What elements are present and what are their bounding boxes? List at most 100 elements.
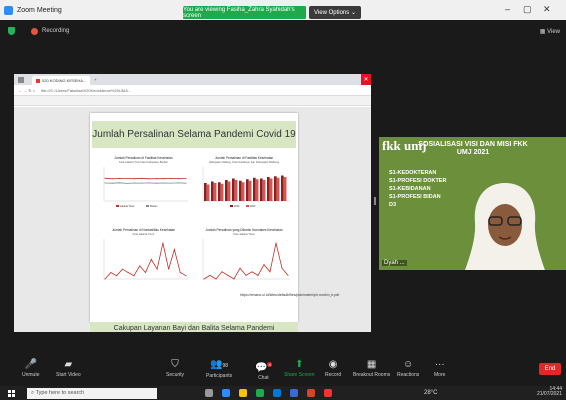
share-screen-icon: ⬆ — [295, 359, 304, 370]
pdf-reader-icon[interactable] — [324, 389, 332, 397]
data-point — [116, 275, 118, 277]
taskbar-search[interactable]: ⌕ Type here to search — [27, 387, 157, 399]
legend-swatch — [116, 205, 119, 207]
maximize-icon[interactable]: ▢ — [523, 4, 532, 15]
participants-icon: 👥98 — [210, 359, 229, 370]
view-button[interactable]: ▦ View — [540, 28, 560, 35]
data-point — [185, 182, 187, 184]
share-screen-label: Share Screen — [284, 372, 315, 378]
bar — [276, 177, 280, 201]
clock-date: 21/07/2021 — [536, 391, 562, 397]
splitter-handle[interactable] — [374, 197, 376, 205]
meeting-toolbar: 🎤 Unmute ▰ Start Video ⛉ Security 👥98 Partic… — [0, 354, 566, 386]
data-point — [203, 278, 205, 280]
more-button[interactable]: ··· More — [434, 358, 445, 378]
bar — [253, 177, 256, 201]
data-point — [156, 182, 158, 184]
bar — [246, 179, 249, 201]
bar — [232, 178, 235, 201]
data-point — [119, 177, 121, 179]
chat-badge: 4 — [267, 362, 272, 367]
data-point — [287, 274, 289, 276]
pdf-viewer[interactable]: Jumlah Persalinan Selama Pandemi Covid 1… — [14, 107, 371, 332]
slide-source: https://emanu.ui.id/sites/default/files/… — [240, 293, 340, 297]
data-point — [139, 265, 141, 267]
chart-title: Jumlah Persalinan di Fasilitas Kesehatan — [114, 156, 173, 160]
legend-label: 2019 — [234, 205, 240, 208]
search-placeholder: Type here to search — [35, 390, 85, 396]
browser-menu-icon[interactable] — [18, 76, 24, 83]
data-point — [111, 182, 113, 184]
breakout-label: Breakout Rooms — [353, 372, 391, 378]
slide-title: Jumlah Persalinan Selama Pandemi Covid 1… — [92, 121, 296, 148]
weather-temp[interactable]: 28°C — [424, 390, 437, 396]
data-point — [126, 178, 128, 180]
recording-label: Recording — [42, 28, 70, 34]
data-point — [133, 275, 135, 277]
view-options-button[interactable]: View Options ⌄ — [309, 6, 361, 19]
nav-icons[interactable]: ← → ↻ ⌂ — [18, 88, 35, 93]
data-point — [233, 278, 235, 280]
bar — [274, 176, 277, 201]
data-point — [168, 268, 170, 270]
data-point — [104, 177, 106, 179]
record-icon: ◉ — [328, 359, 338, 370]
slide-page: Jumlah Persalinan Selama Pandemi Covid 1… — [90, 113, 340, 322]
powerpoint-icon[interactable] — [307, 389, 315, 397]
data-point — [179, 271, 181, 273]
chart-title: Jumlah Persalinan di Fasilitas Kesehatan — [215, 156, 274, 160]
browser-tab[interactable]: 020 KODING KESEHA... — [32, 76, 91, 85]
reactions-label: Reactions — [397, 372, 420, 378]
minimize-icon[interactable]: – — [505, 4, 510, 14]
task-view-icon[interactable] — [205, 389, 213, 397]
data-point — [281, 267, 283, 269]
new-tab-icon[interactable]: + — [94, 77, 96, 82]
close-icon[interactable]: ✕ — [543, 4, 551, 15]
word-icon[interactable] — [290, 389, 298, 397]
chrome-icon[interactable] — [256, 389, 264, 397]
zoom-taskbar-icon[interactable] — [222, 389, 230, 397]
data-point — [104, 182, 106, 184]
participants-label: Participants — [206, 373, 233, 379]
address-bar[interactable]: ← → ↻ ⌂ file:///C:/Users/Fakultas%20Kedo… — [14, 85, 371, 96]
start-video-button[interactable]: ▰ Start Video — [56, 358, 81, 378]
breakout-rooms-icon: ▦ — [366, 359, 377, 370]
edge-icon[interactable] — [273, 389, 281, 397]
start-video-label: Start Video — [56, 372, 81, 378]
explorer-icon[interactable] — [239, 389, 247, 397]
bar — [262, 180, 266, 201]
legend-label: Jakarta Timur — [120, 205, 135, 208]
chat-button[interactable]: 💬4 Chat — [255, 358, 272, 381]
unmute-button[interactable]: 🎤 Unmute — [22, 358, 40, 378]
chart-title: Jumlah Persalinan di Nonfasilitas Keseha… — [112, 228, 175, 232]
bar — [281, 175, 284, 201]
next-slide-title: Cakupan Layanan Bayi dan Balita Selama P… — [90, 322, 298, 332]
system-clock[interactable]: 14:44 21/07/2021 — [537, 387, 562, 397]
bar — [234, 180, 238, 201]
windows-start-icon[interactable] — [8, 389, 15, 397]
bar — [220, 183, 224, 201]
security-button[interactable]: ⛉ Security — [166, 358, 184, 378]
security-shield-icon[interactable] — [8, 27, 15, 35]
breakout-rooms-button[interactable]: ▦ Breakout Rooms — [353, 358, 390, 378]
data-point — [148, 182, 150, 184]
data-point — [141, 182, 143, 184]
record-button[interactable]: ◉ Record — [325, 358, 341, 378]
data-point — [111, 178, 113, 180]
mic-muted-icon: 🎤 — [24, 359, 37, 370]
pdf-toolbar — [14, 96, 371, 106]
data-point — [141, 177, 143, 179]
bar — [204, 183, 207, 201]
unmute-label: Unmute — [22, 372, 40, 378]
chart-subtitle: Kota Jakarta Timur — [233, 232, 255, 236]
browser-close-icon[interactable]: ✕ — [361, 74, 371, 85]
share-screen-button[interactable]: ⬆ Share Screen — [284, 358, 315, 378]
video-tile[interactable]: fkk umj SOSIALISASI VISI DAN MISI FKK UM… — [379, 137, 566, 270]
reactions-button[interactable]: ☺ Reactions — [397, 358, 419, 378]
legend-label: 2020 — [250, 205, 256, 208]
end-button[interactable]: End — [539, 363, 561, 375]
bar — [211, 181, 214, 201]
shield-icon: ⛉ — [171, 359, 179, 370]
bar — [206, 184, 210, 201]
participants-button[interactable]: 👥98 Participants — [206, 358, 232, 379]
